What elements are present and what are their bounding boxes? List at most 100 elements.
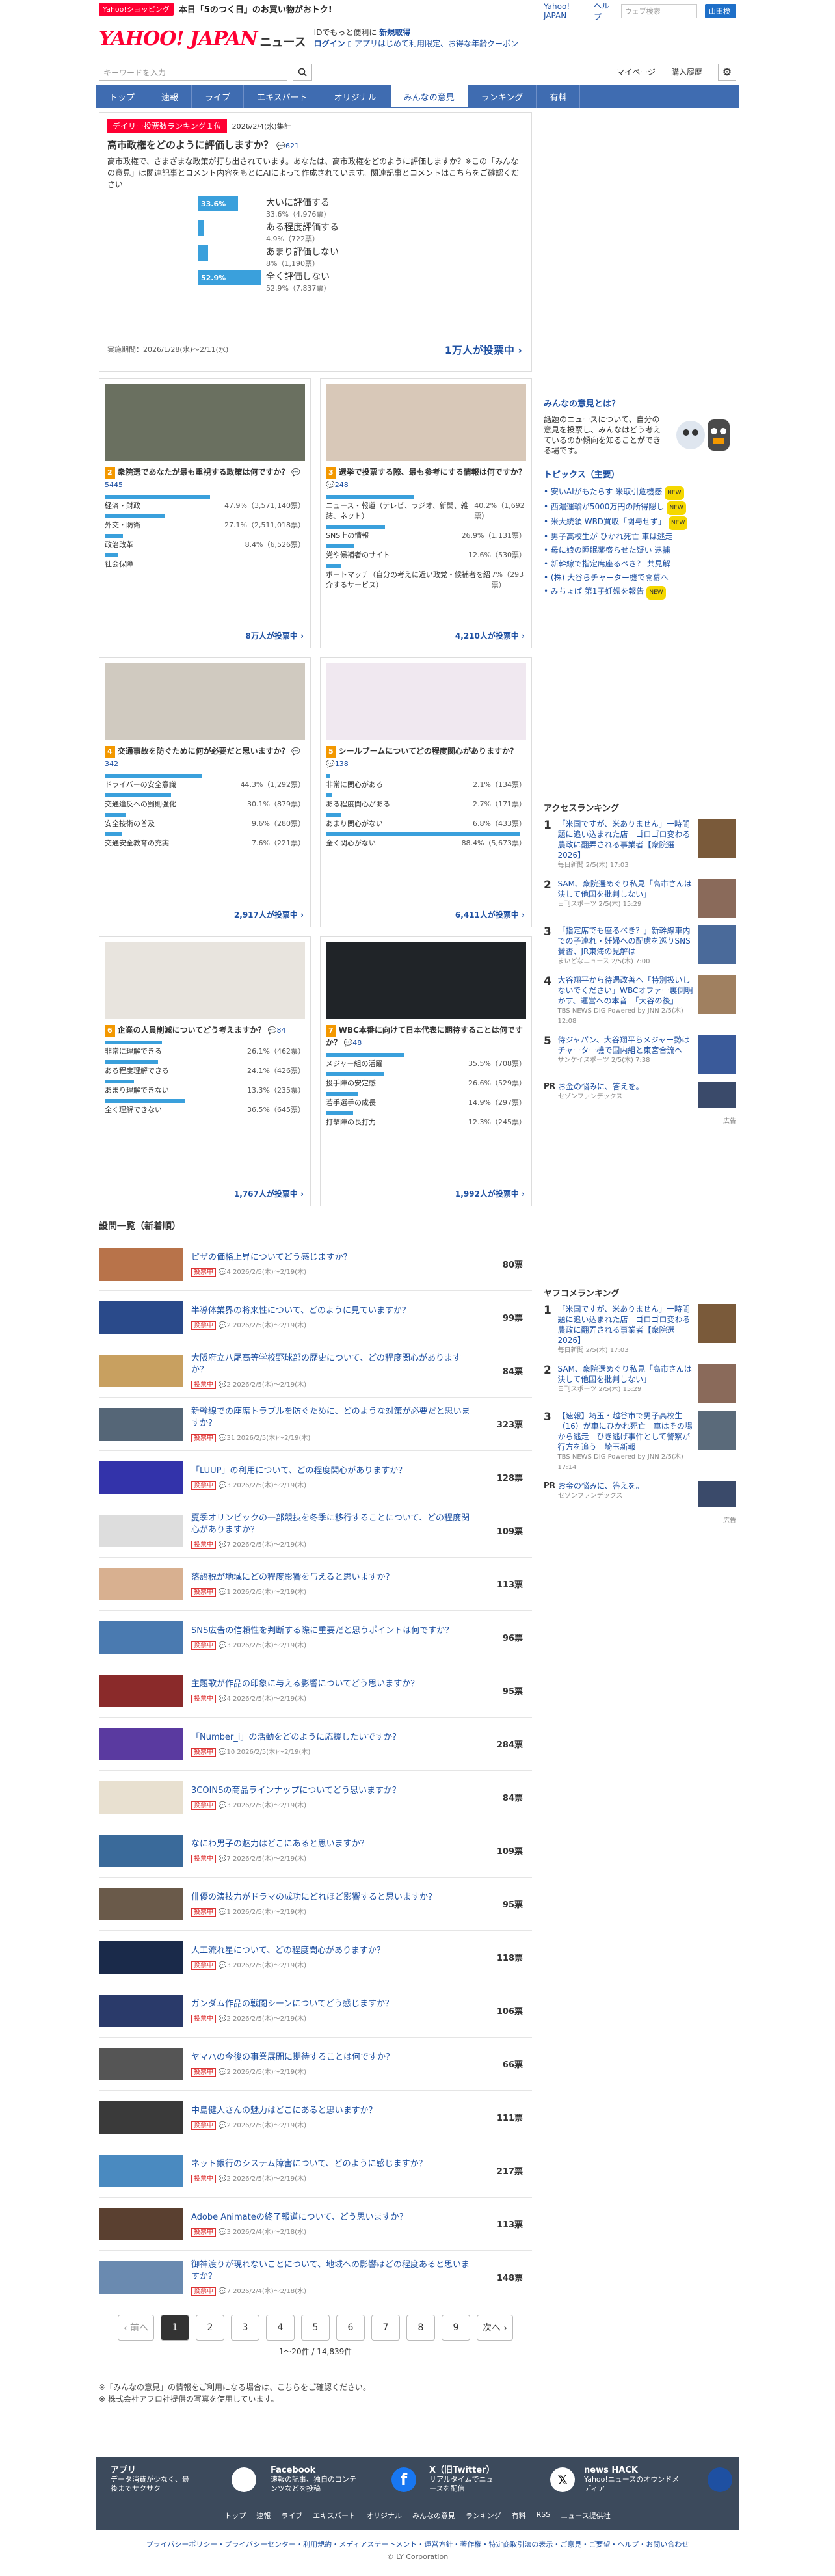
list-title[interactable]: 大阪府立八尾高等学校野球部の歴史について、どの程度関心がありますか？ xyxy=(191,1353,471,1376)
footer-app[interactable]: アプリ データ消費が少なく、最後までサクサク xyxy=(111,2466,265,2493)
list-item[interactable]: SNS広告の信頼性を判断する際に重要だと思うポイントは何ですか？ 投票中 💬3 20… xyxy=(99,1611,532,1664)
poll-question[interactable]: 7 WBC本番に向けて日本代表に期待することは何ですか？ 💬48 xyxy=(326,1024,526,1049)
promo-link[interactable]: 本日「5のつく日」のお買い物がおトク! xyxy=(179,3,332,15)
vote-link[interactable]: 6,411人が投票中 › xyxy=(455,909,525,920)
list-title[interactable]: 俳優の演技力がドラマの成功にどれほど影響すると思いますか？ xyxy=(191,1892,471,1904)
next-page-button[interactable]: 次へ › xyxy=(477,2315,513,2341)
featured-poll[interactable]: デイリー投票数ランキング１位 2026/2/4(水)集計 高市政権をどのように評価… xyxy=(99,112,532,372)
page-4-button[interactable]: 4 xyxy=(266,2315,295,2341)
ranking-item[interactable]: 1 「米国ですが、米ありません」一時問題に追い込まれた店 ゴロゴロ変わる農政に翻弄… xyxy=(544,1304,736,1356)
signup-link[interactable]: 新規取得 xyxy=(379,28,410,37)
poll-question[interactable]: 4 交通事故を防ぐために何が必要だと思いますか？ 💬342 xyxy=(105,745,305,770)
nav-top[interactable]: トップ xyxy=(96,85,149,108)
list-item[interactable]: 3COINSの商品ラインナップについてどう思いますか？ 投票中 💬3 2026/2/… xyxy=(99,1771,532,1824)
help-link[interactable]: ヘルプ xyxy=(594,0,613,22)
poll-card[interactable]: 5 シールブームについてどの程度関心がありますか？ 💬138 非常に関心がある 2.1… xyxy=(320,657,532,927)
vote-link[interactable]: 8万人が投票中 › xyxy=(246,630,304,641)
list-title[interactable]: 3COINSの商品ラインナップについてどう思いますか？ xyxy=(191,1785,471,1797)
footer-nav-item[interactable]: ニュース提供社 xyxy=(561,2510,610,2521)
list-item[interactable]: 夏季オリンピックの一部競技を冬季に移行することについて、どの程度関心がありますか… xyxy=(99,1504,532,1558)
vote-link[interactable]: 1,767人が投票中 › xyxy=(234,1188,304,1199)
poll-question[interactable]: 2 衆院選であなたが最も重視する政策は何ですか？ 💬5445 xyxy=(105,466,305,491)
pr-item[interactable]: PR お金の悩みに、答えを。 セゾンファンデックス xyxy=(544,1082,736,1108)
footer-nav-item[interactable]: 速報 xyxy=(256,2510,271,2521)
topic-item[interactable]: • 安いAIがもたらす 米取引危機感 NEW xyxy=(544,485,736,500)
settings-button[interactable]: ⚙ xyxy=(718,63,736,81)
list-item[interactable]: 「LUUP」の利用について、どの程度関心がありますか？ 投票中 💬3 2026/2/… xyxy=(99,1451,532,1504)
poll-card[interactable]: 7 WBC本番に向けて日本代表に期待することは何ですか？ 💬48 メジャー組の活躍 3… xyxy=(320,936,532,1206)
ranking-item[interactable]: 1 「米国ですが、米ありません」一時問題に追い込まれた店 ゴロゴロ変わる農政に翻弄… xyxy=(544,819,736,871)
list-title[interactable]: 人工流れ星について、どの程度関心がありますか？ xyxy=(191,1945,471,1957)
footer-facebook[interactable]: Facebook 速報の記事、独自のコンテンツなどを投稿 f xyxy=(271,2466,425,2493)
page-5-button[interactable]: 5 xyxy=(301,2315,330,2341)
pr-item-2[interactable]: PR お金の悩みに、答えを。 セゾンファンデックス xyxy=(544,1481,736,1507)
poll-question[interactable]: 3 選挙で投票する際、最も参考にする情報は何ですか？ 💬248 xyxy=(326,466,526,491)
yahoo-japan-link[interactable]: Yahoo! JAPAN xyxy=(544,2,586,20)
web-search-input[interactable]: ウェブ検索 xyxy=(620,4,697,18)
nav-breaking[interactable]: 速報 xyxy=(148,85,192,108)
list-item[interactable]: 落語税が地域にどの程度影響を与えると思いますか？ 投票中 💬1 2026/2/5(木… xyxy=(99,1558,532,1611)
list-title[interactable]: 新幹線での座席トラブルを防ぐために、どのような対策が必要だと思いますか？ xyxy=(191,1406,471,1429)
poll-question[interactable]: 5 シールブームについてどの程度関心がありますか？ 💬138 xyxy=(326,745,526,770)
list-item[interactable]: 中島健人さんの魅力はどこにあると思いますか？ 投票中 💬2 2026/2/5(木)〜… xyxy=(99,2091,532,2144)
page-3-button[interactable]: 3 xyxy=(231,2315,259,2341)
ranking-item[interactable]: 2 SAM、衆院選めぐり私見「高市さんは決して他国を批判しない」 日刊スポーツ 2/… xyxy=(544,879,736,918)
list-title[interactable]: 半導体業界の将来性について、どのように見ていますか？ xyxy=(191,1305,471,1317)
list-title[interactable]: 落語税が地域にどの程度影響を与えると思いますか？ xyxy=(191,1572,471,1584)
topics-title[interactable]: トピックス（主要） xyxy=(544,468,736,480)
list-title[interactable]: SNS広告の信頼性を判断する際に重要だと思うポイントは何ですか？ xyxy=(191,1625,471,1637)
topic-item[interactable]: • 西濃運輸が5000万円の所得隠し NEW xyxy=(544,500,736,515)
list-item[interactable]: Adobe Animateの終了報道について、どう思いますか？ 投票中 💬3 202… xyxy=(99,2198,532,2251)
list-title[interactable]: ヤマハの今後の事業展開に期待することは何ですか？ xyxy=(191,2052,471,2064)
list-title[interactable]: 「Number_i」の活動をどのように応援したいですか？ xyxy=(191,1732,471,1744)
web-search-button[interactable]: 山田検索 xyxy=(704,4,736,26)
vote-link[interactable]: 4,210人が投票中 › xyxy=(455,630,525,641)
mypage-link[interactable]: マイページ xyxy=(616,66,656,77)
nav-opinions[interactable]: みんなの意見 xyxy=(390,85,468,108)
list-item[interactable]: ピザの価格上昇についてどう感じますか？ 投票中 💬4 2026/2/5(木)〜2/1… xyxy=(99,1238,532,1291)
nav-paid[interactable]: 有料 xyxy=(537,85,581,108)
footer-nav-item[interactable]: RSS xyxy=(537,2510,551,2521)
keyword-search-input[interactable]: キーワードを入力 xyxy=(99,63,287,81)
about-title[interactable]: みんなの意見とは？ xyxy=(544,397,736,409)
footer-nav-item[interactable]: トップ xyxy=(224,2510,246,2521)
list-item[interactable]: 人工流れ星について、どの程度関心がありますか？ 投票中 💬3 2026/2/5(木)… xyxy=(99,1931,532,1984)
list-title[interactable]: ガンダム作品の戦闘シーンについてどう感じますか？ xyxy=(191,1998,471,2010)
poll-card[interactable]: 4 交通事故を防ぐために何が必要だと思いますか？ 💬342 ドライバーの安全意識 44… xyxy=(99,657,311,927)
list-item[interactable]: 「Number_i」の活動をどのように応援したいですか？ 投票中 💬10 2026/… xyxy=(99,1718,532,1771)
purchase-history-link[interactable]: 購入履歴 xyxy=(671,66,702,77)
topic-item[interactable]: • 母に娘の睡眠薬盛らせた疑い 逮捕 xyxy=(544,544,736,557)
list-item[interactable]: 主題歌が作品の印象に与える影響についてどう思いますか？ 投票中 💬4 2026/2/… xyxy=(99,1664,532,1718)
vote-link[interactable]: 2,917人が投票中 › xyxy=(234,909,304,920)
note-usage[interactable]: ※「みんなの意見」の情報をご利用になる場合は、こちらをご確認ください。 xyxy=(99,2382,532,2393)
nav-expert[interactable]: エキスパート xyxy=(244,85,321,108)
featured-question[interactable]: 高市政権をどのように評価しますか？ xyxy=(107,139,273,151)
page-2-button[interactable]: 2 xyxy=(196,2315,224,2341)
nav-original[interactable]: オリジナル xyxy=(321,85,390,108)
topic-item[interactable]: • みちょぱ 第1子妊娠を報告 NEW xyxy=(544,585,736,600)
list-title[interactable]: 「LUUP」の利用について、どの程度関心がありますか？ xyxy=(191,1465,471,1477)
nav-live[interactable]: ライブ xyxy=(192,85,245,108)
ranking-item[interactable]: 2 SAM、衆院選めぐり私見「高市さんは決して他国を批判しない」 日刊スポーツ 2/… xyxy=(544,1364,736,1403)
footer-legal-links[interactable]: プライバシーポリシー・プライバシーセンター・利用規約・メディアステートメント・運… xyxy=(0,2539,835,2549)
list-item[interactable]: 俳優の演技力がドラマの成功にどれほど影響すると思いますか？ 投票中 💬1 2026/… xyxy=(99,1878,532,1931)
list-item[interactable]: ガンダム作品の戦闘シーンについてどう感じますか？ 投票中 💬2 2026/2/5(木… xyxy=(99,1984,532,2038)
yahoo-logo[interactable]: YAHOO! JAPAN ニュース xyxy=(99,27,306,50)
list-item[interactable]: 御神渡りが現れないことについて、地域への影響はどの程度あると思いますか？ 投票中 💬… xyxy=(99,2251,532,2304)
page-7-button[interactable]: 7 xyxy=(371,2315,400,2341)
search-button[interactable] xyxy=(293,63,312,81)
list-title[interactable]: 夏季オリンピックの一部競技を冬季に移行することについて、どの程度関心がありますか… xyxy=(191,1513,471,1536)
list-item[interactable]: ネット銀行のシステム障害について、どのように感じますか？ 投票中 💬2 2026/2… xyxy=(99,2144,532,2198)
list-title[interactable]: なにわ男子の魅力はどこにあると思いますか？ xyxy=(191,1839,471,1850)
prev-page-button[interactable]: ‹ 前へ xyxy=(118,2315,154,2341)
nav-ranking[interactable]: ランキング xyxy=(468,85,537,108)
poll-card[interactable]: 2 衆院選であなたが最も重視する政策は何ですか？ 💬5445 経済・財政 47.9%（… xyxy=(99,378,311,648)
list-item[interactable]: 大阪府立八尾高等学校野球部の歴史について、どの程度関心がありますか？ 投票中 💬2 … xyxy=(99,1344,532,1398)
page-8-button[interactable]: 8 xyxy=(406,2315,435,2341)
ranking-item[interactable]: 4 大谷翔平から待遇改善へ「特別扱いしないでください」WBCオファー裏側明かす、運… xyxy=(544,975,736,1027)
topic-item[interactable]: • (株) 大谷らチャーター機で開幕へ xyxy=(544,571,736,585)
app-coupon-link[interactable]: アプリはじめて利用限定、お得な年齢クーポン xyxy=(354,39,518,48)
ranking-item[interactable]: 3 「指定席でも座るべき？」新幹線車内での子連れ・妊婦への配慮を巡りSNS賛否、J… xyxy=(544,925,736,967)
footer-nav-item[interactable]: エキスパート xyxy=(313,2510,356,2521)
login-link[interactable]: ログイン xyxy=(314,39,345,48)
